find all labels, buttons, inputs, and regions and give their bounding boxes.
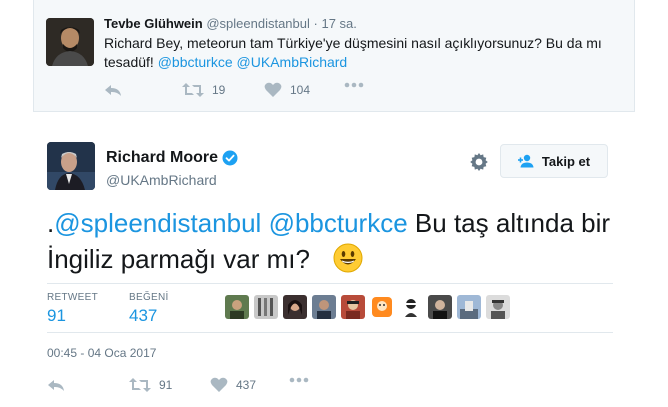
more-dots-icon — [289, 377, 309, 383]
reply-icon — [105, 85, 121, 96]
tweet-actions: 91 437 — [47, 377, 347, 397]
follow-button[interactable]: Takip et — [500, 144, 608, 178]
avatar[interactable] — [46, 18, 94, 66]
like-button[interactable]: 437 — [210, 377, 256, 393]
like-stat-label: BEĞENİ — [129, 292, 169, 303]
liker-avatar[interactable] — [486, 295, 510, 319]
author-name[interactable]: Richard Moore — [106, 149, 218, 167]
reply-icon — [48, 380, 64, 391]
liker-avatars — [225, 295, 515, 323]
retweet-icon — [129, 378, 151, 392]
like-count: 437 — [236, 378, 257, 392]
follow-label: Takip et — [541, 153, 591, 169]
liker-avatar[interactable] — [399, 295, 423, 319]
more-button[interactable] — [344, 82, 364, 88]
retweet-count: 91 — [159, 378, 173, 392]
more-button[interactable] — [289, 377, 309, 383]
like-stat[interactable]: BEĞENİ 437 — [129, 292, 169, 326]
mention-link[interactable]: @bbcturkce — [158, 54, 233, 70]
mention-link[interactable]: @spleendistanbul — [54, 208, 261, 238]
author-name-row: Richard Moore — [106, 149, 238, 167]
reply-button[interactable] — [104, 82, 122, 98]
mention-link[interactable]: @bbcturkce — [269, 208, 408, 238]
retweet-button[interactable]: 19 — [182, 82, 225, 98]
reply-author-name[interactable]: Tevbe Glühwein — [104, 16, 203, 31]
author-handle[interactable]: @UKAmbRichard — [106, 172, 217, 188]
liker-avatar[interactable] — [283, 295, 307, 319]
gear-icon[interactable] — [469, 152, 489, 172]
retweet-stat[interactable]: RETWEET 91 — [47, 292, 98, 326]
retweet-count: 19 — [212, 83, 226, 97]
like-count: 104 — [290, 83, 311, 97]
retweet-icon — [182, 83, 204, 97]
heart-icon — [210, 377, 228, 392]
tweet-text: .@spleendistanbul @bbcturkce Bu taş altı… — [47, 205, 617, 277]
retweet-stat-value: 91 — [47, 306, 66, 325]
verified-badge-icon — [222, 150, 238, 166]
mention-link[interactable]: @UKAmbRichard — [237, 54, 348, 70]
like-stat-value: 437 — [129, 306, 158, 325]
liker-avatar[interactable] — [370, 295, 394, 319]
retweet-button[interactable]: 91 — [129, 377, 172, 393]
smiley-emoji-icon — [333, 243, 363, 273]
liker-avatar[interactable] — [254, 295, 278, 319]
tweet-timestamp[interactable]: 00:45 - 04 Oca 2017 — [47, 346, 156, 360]
liker-avatar[interactable] — [457, 295, 481, 319]
reply-text: Richard Bey, meteorun tam Türkiye'ye düş… — [104, 34, 624, 72]
reply-actions: 19 104 — [104, 82, 404, 102]
tweet-stats: RETWEET 91 BEĞENİ 437 — [47, 283, 613, 333]
reply-time[interactable]: 17 sa. — [321, 16, 356, 31]
like-button[interactable]: 104 — [264, 82, 310, 98]
reply-button[interactable] — [47, 377, 65, 393]
reply-author-handle[interactable]: @spleendistanbul — [206, 16, 310, 31]
liker-avatar[interactable] — [428, 295, 452, 319]
separator: · — [313, 16, 318, 31]
retweet-stat-label: RETWEET — [47, 292, 98, 303]
main-tweet: Richard Moore @UKAmbRichard Takip et .@s… — [33, 125, 635, 407]
liker-avatar[interactable] — [225, 295, 249, 319]
reply-tweet[interactable]: Tevbe Glühwein @spleendistanbul · 17 sa.… — [33, 0, 635, 112]
avatar[interactable] — [47, 142, 95, 190]
add-user-icon — [517, 154, 534, 168]
heart-icon — [264, 82, 282, 97]
reply-header: Tevbe Glühwein @spleendistanbul · 17 sa. — [104, 16, 357, 31]
liker-avatar[interactable] — [341, 295, 365, 319]
liker-avatar[interactable] — [312, 295, 336, 319]
more-dots-icon — [344, 82, 364, 88]
